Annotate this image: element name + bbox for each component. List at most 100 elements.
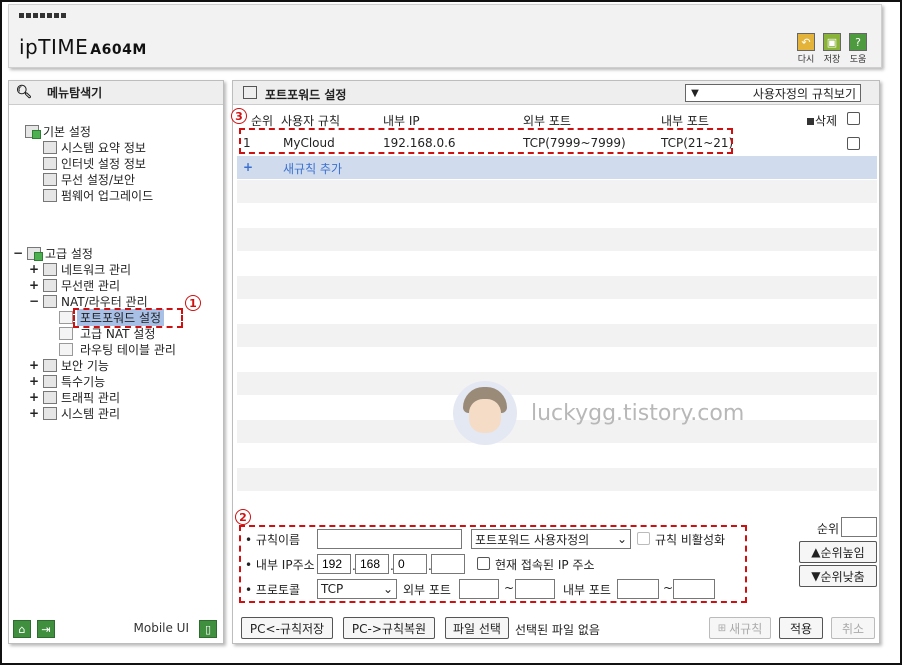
- chart-icon: [43, 140, 57, 154]
- wireless-icon: [43, 278, 57, 292]
- cancel-button[interactable]: 취소: [831, 617, 875, 639]
- select-all-checkbox[interactable]: [847, 112, 860, 125]
- expand-icon[interactable]: +: [29, 374, 39, 388]
- tree-security[interactable]: + 보안 기능: [29, 357, 109, 373]
- tree-advanced-settings[interactable]: − 고급 설정: [13, 245, 93, 261]
- ip-octet-1[interactable]: [317, 554, 351, 574]
- tree-system-summary[interactable]: 시스템 요약 정보: [43, 139, 146, 155]
- plus-icon: +: [243, 160, 254, 174]
- magnifier-icon: 🔍︎: [15, 85, 33, 100]
- tree-label: 무선랜 관리: [61, 278, 121, 293]
- new-rule-label: 새규칙: [729, 621, 763, 636]
- watermark: luckygg.tistory.com: [453, 381, 744, 445]
- tree-nat-router[interactable]: − NAT/라우터 관리: [29, 293, 148, 309]
- internal-ip-label: • 내부 IP주소: [245, 558, 315, 572]
- col-rule: 사용자 규칙: [281, 114, 341, 128]
- upgrade-icon: [43, 188, 57, 202]
- add-rule-row[interactable]: + 새규칙 추가: [237, 156, 877, 180]
- window-icon: [243, 86, 257, 99]
- logo-dots: [19, 13, 66, 18]
- collapse-icon[interactable]: −: [29, 294, 39, 308]
- file-select-button[interactable]: 파일 선택: [445, 617, 509, 639]
- mobile-ui-label[interactable]: Mobile UI: [134, 621, 190, 635]
- col-external-port: 외부 포트: [523, 114, 571, 128]
- tree-wireless-security[interactable]: 무선 설정/보안: [43, 171, 135, 187]
- expand-icon[interactable]: +: [29, 262, 39, 276]
- rule-view-select[interactable]: ▼ 사용자정의 규칙보기: [685, 84, 861, 102]
- current-ip-label: 현재 접속된 IP 주소: [495, 558, 595, 572]
- expand-icon[interactable]: +: [29, 406, 39, 420]
- menu-explorer-panel: 🔍︎ 메뉴탐색기 기본 설정 시스템 요약 정보 인터넷 설정 정보 무선 설정…: [8, 80, 224, 644]
- help-icon: ?: [849, 33, 867, 51]
- tilde: ~: [663, 581, 674, 595]
- help-button[interactable]: ? 도움: [843, 33, 873, 65]
- tree-routing-table[interactable]: 라우팅 테이블 관리: [59, 341, 176, 357]
- current-ip-checkbox[interactable]: [477, 557, 490, 570]
- expand-icon[interactable]: +: [29, 390, 39, 404]
- disable-rule-label: 규칙 비활성화: [655, 533, 726, 547]
- rule-name-input[interactable]: [317, 529, 462, 549]
- tree-traffic[interactable]: + 트래픽 관리: [29, 389, 120, 405]
- add-rule-label: 새규칙 추가: [283, 162, 343, 176]
- avatar: [453, 381, 517, 445]
- app-header: ipTIME A604M ↶ 다시 ▣ 저장 ? 도움: [8, 4, 882, 68]
- internal-port-start[interactable]: [617, 579, 659, 599]
- new-rule-button[interactable]: ⊞ 새규칙: [709, 617, 771, 639]
- highlight-rule-row: [239, 128, 733, 154]
- ip-octet-2[interactable]: [355, 554, 389, 574]
- tree-network[interactable]: + 네트워크 관리: [29, 261, 131, 277]
- internal-port-end[interactable]: [673, 579, 715, 599]
- delete-icon: [807, 118, 814, 125]
- page-icon: [59, 310, 73, 324]
- restore-from-pc-button[interactable]: PC->규칙복원: [343, 617, 435, 639]
- external-port-end[interactable]: [515, 579, 555, 599]
- tree-basic-settings[interactable]: 기본 설정: [25, 123, 91, 139]
- protocol-select[interactable]: TCP ⌄: [317, 579, 397, 599]
- no-file-label: 선택된 파일 없음: [515, 623, 600, 637]
- network-icon: [43, 262, 57, 276]
- empty-row: [237, 300, 877, 324]
- rule-delete-checkbox[interactable]: [847, 137, 860, 150]
- disable-rule-checkbox[interactable]: [637, 532, 650, 545]
- tree-label: 라우팅 테이블 관리: [80, 342, 176, 357]
- apply-button[interactable]: 적용: [779, 617, 823, 639]
- mobile-icon[interactable]: ▯: [199, 620, 217, 638]
- empty-row: [237, 180, 877, 204]
- home-icon[interactable]: ⌂: [13, 620, 31, 638]
- brand-text: ipTIME: [19, 35, 89, 59]
- menu-explorer-title: 메뉴탐색기: [47, 86, 103, 100]
- priority-up-button[interactable]: ▲ 순위높임: [799, 541, 877, 563]
- tree-system[interactable]: + 시스템 관리: [29, 405, 120, 421]
- logout-icon[interactable]: ⇥: [37, 620, 55, 638]
- ip-octet-4[interactable]: [431, 554, 465, 574]
- tilde: ~: [504, 581, 515, 595]
- tree-label: 보안 기능: [61, 358, 109, 373]
- mail-icon: [43, 390, 57, 404]
- expand-icon[interactable]: +: [29, 358, 39, 372]
- port-forward-header: 포트포워드 설정 ▼ 사용자정의 규칙보기: [233, 81, 879, 105]
- external-port-label: 외부 포트: [403, 583, 451, 597]
- empty-row: [237, 228, 877, 252]
- collapse-icon[interactable]: −: [13, 246, 23, 260]
- expand-icon[interactable]: +: [29, 278, 39, 292]
- tree-internet-info[interactable]: 인터넷 설정 정보: [43, 155, 146, 171]
- page-icon: [59, 326, 73, 340]
- save-to-pc-button[interactable]: PC<-규칙저장: [241, 617, 333, 639]
- chevron-down-icon: ▼: [691, 87, 699, 99]
- lock-icon: [43, 358, 57, 372]
- tree-firmware-upgrade[interactable]: 펌웨어 업그레이드: [43, 187, 153, 203]
- ip-octet-3[interactable]: [393, 554, 427, 574]
- help-label: 도움: [849, 55, 867, 65]
- wifi-icon: [43, 172, 57, 186]
- empty-row: [237, 348, 877, 372]
- external-port-start[interactable]: [459, 579, 499, 599]
- tree-label: 인터넷 설정 정보: [61, 156, 146, 171]
- priority-down-button[interactable]: ▼ 순위낮춤: [799, 565, 877, 587]
- folder-icon: [25, 124, 41, 139]
- rule-type-select[interactable]: 포트포워드 사용자정의 ⌄: [471, 529, 631, 549]
- tree-special[interactable]: + 특수기능: [29, 373, 105, 389]
- priority-input[interactable]: [841, 517, 877, 537]
- annotation-2: 2: [235, 509, 251, 525]
- tree-wireless[interactable]: + 무선랜 관리: [29, 277, 120, 293]
- tree-label: 트래픽 관리: [61, 390, 121, 405]
